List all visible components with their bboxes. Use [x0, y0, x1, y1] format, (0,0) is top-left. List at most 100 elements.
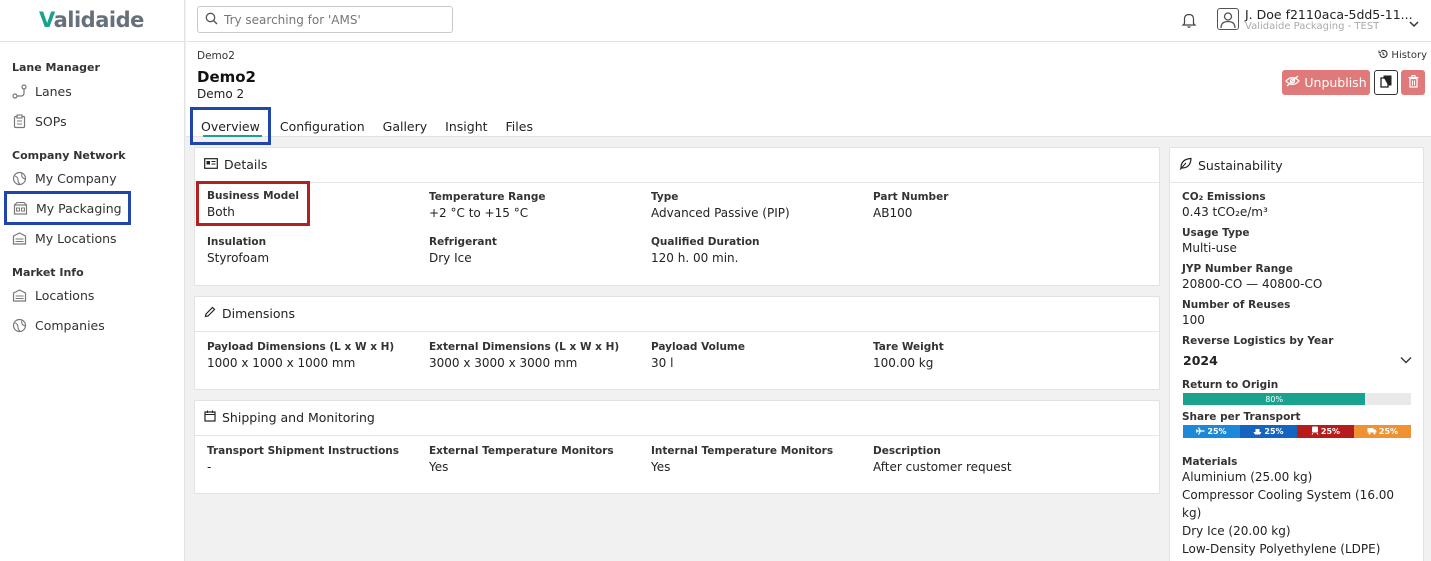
tab-configuration[interactable]: Configuration: [271, 111, 374, 141]
materials-label: Materials: [1182, 456, 1238, 468]
field-label: Return to Origin: [1182, 379, 1279, 391]
field-value: 100: [1182, 313, 1205, 327]
truck-icon: [1367, 427, 1377, 437]
transport-rail-segment: 25%: [1297, 425, 1354, 438]
delete-button[interactable]: [1401, 70, 1425, 95]
sidebar-item-sops[interactable]: SOPs: [12, 110, 67, 132]
warehouse-icon: [12, 231, 27, 246]
app-root: Validaide Lane Manager Lanes SOPs Compan…: [0, 0, 1431, 561]
sidebar-item-label: My Packaging: [36, 200, 122, 216]
tab-insight[interactable]: Insight: [436, 111, 496, 141]
sidebar-item-my-company[interactable]: My Company: [12, 167, 117, 189]
details-title: Details: [224, 157, 268, 172]
copy-icon: [1380, 73, 1392, 92]
field-value: Advanced Passive (PIP): [651, 206, 790, 220]
unpublish-label: Unpublish: [1304, 75, 1367, 90]
sidebar-item-locations[interactable]: Locations: [12, 284, 94, 306]
search-box[interactable]: [197, 6, 453, 33]
eye-slash-icon: [1285, 75, 1301, 90]
field-payload-volume: Payload Volume 30 l: [651, 341, 745, 370]
dimensions-header: Dimensions: [204, 306, 295, 321]
unpublish-button[interactable]: Unpublish: [1282, 70, 1370, 95]
field-label: JYP Number Range: [1182, 263, 1293, 275]
page-title: Demo2: [197, 68, 256, 86]
reverse-logistics-label: Reverse Logistics by Year: [1182, 335, 1333, 347]
material-item: Low-Density Polyethylene (LDPE) (5.00 kg…: [1182, 542, 1381, 561]
field-label: Number of Reuses: [1182, 299, 1291, 311]
chevron-down-icon[interactable]: [1408, 14, 1420, 28]
sidebar-item-my-packaging[interactable]: My Packaging: [4, 191, 131, 225]
search-input[interactable]: [224, 12, 434, 27]
field-type: Type Advanced Passive (PIP): [651, 191, 790, 220]
field-transport-instructions: Transport Shipment Instructions -: [207, 445, 399, 474]
share-per-transport-bar: 25% 25% 25% 25%: [1183, 425, 1411, 438]
field-description: Description After customer request: [873, 445, 1012, 474]
sidebar-item-companies[interactable]: Companies: [12, 314, 105, 336]
sidebar-item-label: My Locations: [35, 230, 117, 246]
field-label: Description: [873, 445, 941, 457]
chevron-down-icon: [1399, 353, 1413, 368]
globe-icon: [12, 318, 27, 333]
field-label: Qualified Duration: [651, 236, 760, 248]
field-label: Usage Type: [1182, 227, 1250, 239]
field-label: Share per Transport: [1182, 411, 1301, 423]
field-label: Payload Volume: [651, 341, 745, 353]
field-label: Business Model: [207, 190, 299, 202]
field-label: Refrigerant: [429, 236, 497, 248]
copy-button[interactable]: [1374, 70, 1398, 95]
return-to-origin-label: Return to Origin: [1182, 379, 1278, 391]
segment-text: 25%: [1207, 427, 1227, 436]
field-value: -: [207, 460, 212, 474]
field-label: External Temperature Monitors: [429, 445, 614, 457]
sidebar-item-label: SOPs: [35, 113, 67, 129]
breadcrumb[interactable]: Demo2: [197, 50, 235, 62]
section-company-network: Company Network: [12, 149, 126, 162]
field-part-number: Part Number AB100: [873, 191, 948, 220]
field-value: AB100: [873, 206, 913, 220]
field-label: Payload Dimensions (L x W x H): [207, 341, 395, 353]
tab-bar: Overview Configuration Gallery Insight F…: [190, 107, 542, 145]
field-label: Transport Shipment Instructions: [207, 445, 400, 457]
field-value: Styrofoam: [207, 251, 270, 265]
materials-list: Materials Aluminium (25.00 kg) Compresso…: [1182, 456, 1407, 561]
shipping-card: Shipping and Monitoring Transport Shipme…: [194, 400, 1160, 494]
user-name[interactable]: J. Doe f2110aca-5dd5-11...: [1245, 7, 1413, 22]
calendar-icon: [204, 410, 216, 425]
segment-text: 25%: [1320, 427, 1341, 436]
sustainability-card: Sustainability CO₂ Emissions 0.43 tCO₂e/…: [1169, 147, 1424, 561]
field-value: 20800-CO — 40800-CO: [1182, 277, 1323, 291]
tab-overview[interactable]: Overview: [190, 107, 271, 145]
tab-gallery[interactable]: Gallery: [374, 111, 437, 141]
field-insulation: Insulation Styrofoam: [207, 236, 269, 265]
field-value: Multi-use: [1182, 241, 1237, 255]
details-card: Details Business Model Both Temperature …: [194, 147, 1160, 286]
sidebar-item-lanes[interactable]: Lanes: [12, 80, 72, 102]
field-label: External Dimensions (L x W x H): [429, 341, 620, 353]
tab-files[interactable]: Files: [497, 111, 542, 141]
field-value: 120 h. 00 min.: [651, 251, 739, 265]
globe-icon: [12, 171, 27, 186]
sustainability-title: Sustainability: [1198, 157, 1283, 173]
shipping-title: Shipping and Monitoring: [222, 410, 375, 425]
material-item: Compressor Cooling System (16.00 kg): [1182, 488, 1395, 520]
avatar[interactable]: [1217, 8, 1239, 30]
id-card-icon: [204, 157, 218, 172]
history-link[interactable]: History: [1378, 49, 1427, 62]
history-label: History: [1391, 50, 1427, 61]
app-logo[interactable]: Validaide: [39, 8, 144, 32]
shipping-header: Shipping and Monitoring: [204, 410, 375, 425]
field-value: 100.00 kg: [873, 356, 934, 370]
trash-icon: [1408, 73, 1419, 92]
sidebar-divider: [0, 41, 185, 42]
field-refrigerant: Refrigerant Dry Ice: [429, 236, 497, 265]
history-icon: [1378, 49, 1388, 62]
field-label: Type: [651, 191, 679, 203]
field-external-dimensions: External Dimensions (L x W x H) 3000 x 3…: [429, 341, 619, 370]
section-market-info: Market Info: [12, 266, 84, 279]
search-icon: [205, 10, 218, 29]
sidebar-item-my-locations[interactable]: My Locations: [12, 227, 117, 249]
field-label: Temperature Range: [429, 191, 546, 203]
bell-icon[interactable]: [1180, 11, 1198, 29]
transport-sea-segment: 25%: [1240, 425, 1297, 438]
year-select[interactable]: 2024: [1183, 353, 1413, 368]
